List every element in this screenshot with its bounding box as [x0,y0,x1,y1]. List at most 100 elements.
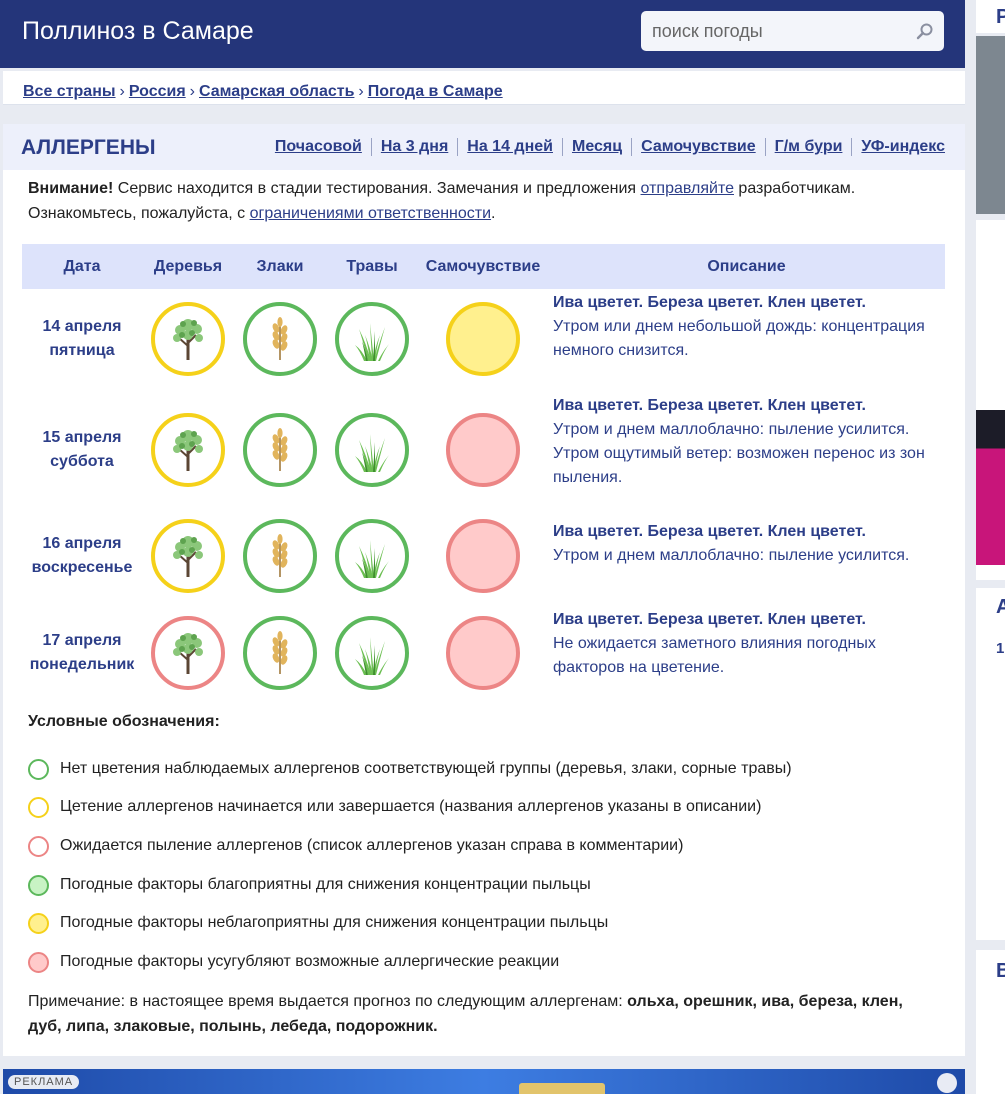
legend-fill-red-icon [28,952,49,973]
row-date: 17 апреля понедельник [22,629,142,677]
row-date: 16 апреля воскресенье [22,532,142,580]
description-bloom: Ива цветет. Береза цветет. Клен цветет. [553,397,866,414]
grass-pollen-indicator [335,519,409,593]
wheat-icon [272,317,288,360]
description-bloom: Ива цветет. Береза цветет. Клен цветет. [553,294,866,311]
search-icon[interactable] [916,22,934,40]
date-day: 14 апреля [42,318,122,335]
grass-pollen-indicator [335,302,409,376]
sidebar-heading-1: Р [996,6,1005,28]
panel-heading: АЛЛЕРГЕНЫ [21,136,156,159]
tab-3-days[interactable]: На 3 дня [370,138,457,156]
legend-fill-yellow-icon [28,913,49,934]
cereal-pollen-indicator [243,413,317,487]
table-row: 15 апреля суббота Ива цветет. Береза цвете… [22,394,945,506]
legend-ring-yellow-icon [28,797,49,818]
sidebar-video[interactable] [976,36,1005,214]
grass-pollen-indicator [335,616,409,690]
right-sidebar: Р А 1 В [976,0,1005,1094]
column-date: Дата [63,258,101,275]
grass-icon [355,540,389,578]
panel-header: АЛЛЕРГЕНЫ Почасовой На 3 дня На 14 дней … [3,124,965,170]
sidebar-heading-3: В [996,960,1005,982]
legend-fill-green-icon [28,875,49,896]
tree-pollen-indicator [151,413,225,487]
tree-icon [173,430,203,471]
legend-text: Погодные факторы усугубляют возможные ал… [60,953,560,970]
wellbeing-indicator [446,519,520,593]
row-description: Ива цветет. Береза цветет. Клен цветет. У… [553,291,943,363]
wheat-icon [272,534,288,577]
description-text: Утром или днем небольшой дождь: концентр… [553,318,925,359]
column-wellbeing: Самочувствие [425,258,541,275]
date-weekday: пятница [49,342,115,359]
legend-text: Погодные факторы благоприятны для снижен… [60,876,591,893]
wheat-icon [272,631,288,674]
sidebar-ad[interactable] [976,410,1005,565]
date-weekday: воскресенье [31,559,133,576]
sidebar-date: 1 [996,640,1005,657]
testing-notice: Внимание! Сервис находится в стадии тест… [28,180,856,222]
description-bloom: Ива цветет. Береза цветет. Клен цветет. [553,611,866,628]
tab-hourly[interactable]: Почасовой [266,138,371,156]
column-trees: Деревья [153,258,223,275]
tree-pollen-indicator [151,519,225,593]
search-box[interactable] [641,11,944,51]
legend-title: Условные обозначения: [28,713,220,730]
cereal-pollen-indicator [243,302,317,376]
legend-text: Цетение аллергенов начинается или заверш… [60,798,762,815]
allergens-panel: АЛЛЕРГЕНЫ Почасовой На 3 дня На 14 дней … [3,124,965,1056]
row-description: Ива цветет. Береза цветет. Клен цветет. Н… [553,608,943,680]
legend-text: Нет цветения наблюдаемых аллергенов соот… [60,760,792,777]
legend-ring-green-icon [28,759,49,780]
description-bloom: Ива цветет. Береза цветет. Клен цветет. [553,523,866,540]
row-date: 15 апреля суббота [22,426,142,474]
tab-month[interactable]: Месяц [561,138,631,156]
wellbeing-indicator [446,413,520,487]
description-text: Утром и днем маллоблачно: пыление усилит… [553,547,910,564]
row-description: Ива цветет. Береза цветет. Клен цветет. У… [553,520,943,568]
row-date: 14 апреля пятница [22,315,142,363]
breadcrumb-russia[interactable]: Россия [129,83,186,100]
tree-icon [173,633,203,674]
wellbeing-indicator [446,302,520,376]
tab-magnetic-storms[interactable]: Г/м бури [764,138,852,156]
more-options-icon[interactable] [937,1073,957,1093]
page-title: Поллиноз в Самаре [22,17,254,45]
ad-banner[interactable]: РЕКЛАМА [3,1069,965,1094]
grass-icon [355,323,389,361]
breadcrumb-samara-weather[interactable]: Погода в Самаре [368,83,503,100]
breadcrumb-all-countries[interactable]: Все страны [23,83,116,100]
tab-uv-index[interactable]: УФ-индекс [851,138,945,156]
column-description: Описание [707,258,786,275]
tree-icon [173,536,203,577]
tree-pollen-indicator [151,616,225,690]
ad-label: РЕКЛАМА [8,1075,80,1089]
date-day: 16 апреля [42,535,122,552]
tab-14-days[interactable]: На 14 дней [457,138,562,156]
date-day: 15 апреля [42,429,122,446]
grass-icon [355,637,389,675]
date-weekday: суббота [50,453,114,470]
description-text: Утром и днем маллоблачно: пыление усилит… [553,421,925,486]
description-text: Не ожидается заметного влияния погодных … [553,635,876,676]
grass-icon [355,434,389,472]
column-grass: Травы [346,258,398,275]
tree-pollen-indicator [151,302,225,376]
tab-wellbeing[interactable]: Самочувствие [631,138,765,156]
breadcrumb: Все страны › Россия › Самарская область › Пого… [3,71,965,105]
sidebar-heading-2: А [996,596,1005,618]
table-row: 16 апреля воскресенье Ива цветет. Береза ц… [22,506,945,606]
cereal-pollen-indicator [243,519,317,593]
legend-ring-red-icon [28,836,49,857]
row-description: Ива цветет. Береза цветет. Клен цветет. У… [553,394,943,490]
legend-text: Погодные факторы неблагоприятны для сниж… [60,914,609,931]
breadcrumb-samara-region[interactable]: Самарская область [199,83,354,100]
date-weekday: понедельник [29,656,135,673]
table-header: Дата Деревья Злаки Травы Самочувствие Оп… [22,244,945,289]
search-input[interactable] [641,11,911,51]
ad-graphic [519,1083,605,1094]
disclaimer-link[interactable]: ограничениями ответственности [250,205,491,222]
wellbeing-indicator [446,616,520,690]
feedback-link[interactable]: отправляйте [641,180,734,197]
